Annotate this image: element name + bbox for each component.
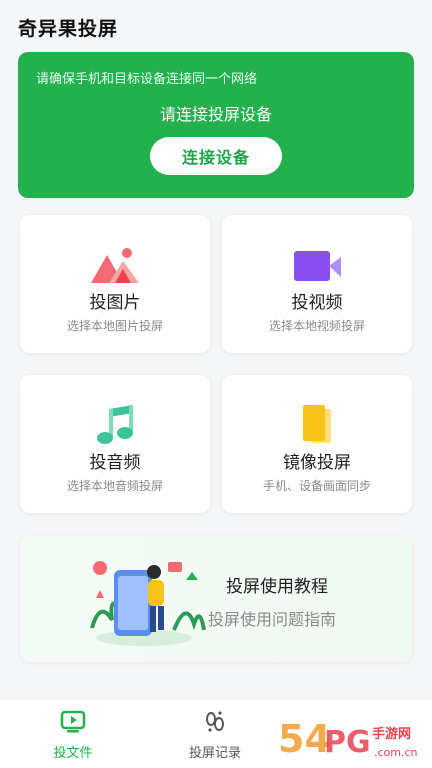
card-title: 镜像投屏 (283, 453, 351, 473)
footprint-icon (206, 711, 224, 732)
card-title: 投视频 (291, 293, 343, 313)
video-camera-icon (294, 251, 341, 281)
card-subtitle: 选择本地图片投屏 (66, 319, 163, 333)
card-title: 投图片 (89, 293, 141, 313)
banner-title: 请连接投屏设备 (159, 105, 272, 124)
watermark-logo: 54 PG 手游网 .com.cn (278, 717, 418, 761)
mirror-screens-icon (303, 405, 331, 443)
card-subtitle: 手机、设备画面同步 (262, 479, 371, 493)
photo-icon (91, 248, 139, 283)
card-title: 投音频 (89, 453, 141, 473)
network-hint: 请确保手机和目标设备连接同一个网络 (36, 72, 258, 87)
tab-label: 投文件 (53, 746, 93, 761)
cast-video-card[interactable]: 投视频 选择本地视频投屏 (222, 215, 412, 353)
card-subtitle: 选择本地音频投屏 (66, 479, 163, 493)
tutorial-title: 投屏使用教程 (226, 577, 328, 597)
cast-photo-card[interactable]: 投图片 选择本地图片投屏 (20, 215, 210, 353)
cast-audio-card[interactable]: 投音频 选择本地音频投屏 (20, 375, 210, 513)
tab-label: 投屏记录 (188, 746, 241, 761)
tab-cast-files[interactable]: 投文件 (18, 710, 128, 761)
tutorial-subtitle: 投屏使用问题指南 (208, 610, 337, 629)
connect-device-button[interactable]: 连接设备 (150, 137, 282, 175)
tutorial-illustration (90, 561, 206, 646)
svg-text:54: 54 (278, 717, 331, 761)
connect-banner: 请确保手机和目标设备连接同一个网络 请连接投屏设备 连接设备 (18, 52, 414, 198)
svg-text:PG: PG (324, 725, 371, 760)
tutorial-card[interactable]: 投屏使用教程 投屏使用问题指南 (20, 536, 412, 662)
mirror-cast-card[interactable]: 镜像投屏 手机、设备画面同步 (222, 375, 412, 513)
tab-cast-history[interactable]: 投屏记录 (160, 710, 270, 761)
app-title: 奇异果投屏 (18, 18, 119, 40)
tv-play-icon (60, 710, 86, 733)
svg-text:手游网: 手游网 (372, 726, 411, 742)
svg-text:.com.cn: .com.cn (374, 746, 418, 759)
music-note-icon (97, 405, 133, 444)
card-subtitle: 选择本地视频投屏 (268, 319, 365, 333)
